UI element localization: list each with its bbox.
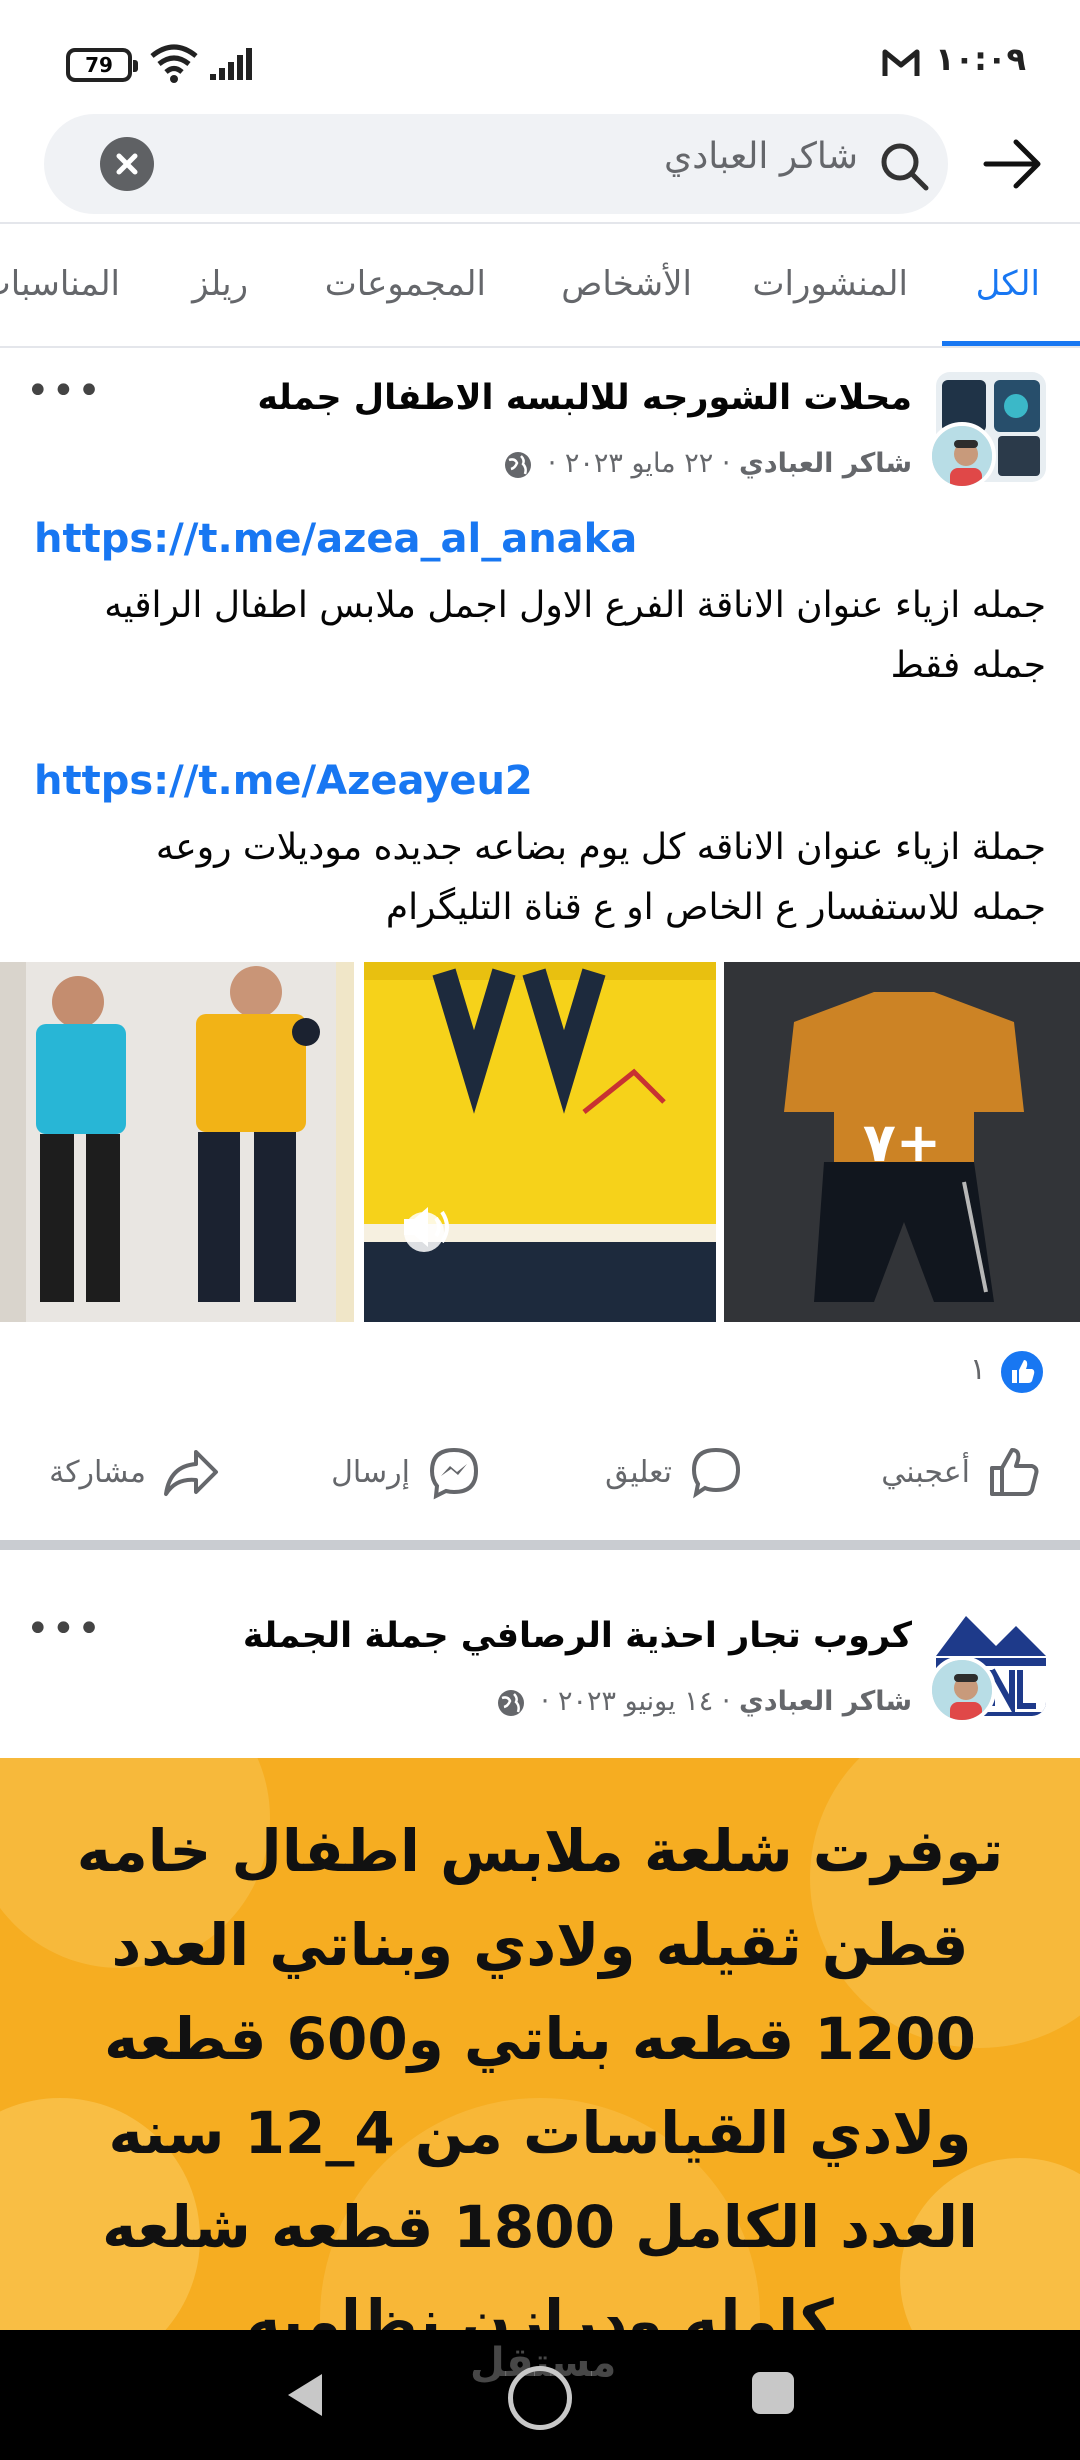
messenger-icon	[429, 1447, 479, 1500]
post-date: · ٢٢ مايو ٢٠٢٣ ·	[547, 448, 731, 479]
nav-back-icon[interactable]	[282, 2370, 326, 2420]
post-separator	[0, 1540, 1080, 1550]
clock: ١٠:٠٩	[935, 40, 1026, 78]
tab-all[interactable]: الكل	[976, 264, 1040, 304]
close-icon	[116, 153, 138, 175]
battery-icon: 79	[66, 48, 138, 82]
comment-icon	[691, 1447, 741, 1499]
send-button[interactable]: إرسال	[331, 1442, 482, 1502]
search-input[interactable]: شاكر العبادي	[44, 114, 948, 214]
globe-icon	[505, 451, 532, 478]
more-options-button[interactable]: •••	[26, 1606, 103, 1652]
nav-home-button[interactable]	[508, 2366, 572, 2430]
post-actions: أعجبني تعليق إرسال مشاركة	[0, 1422, 1080, 1522]
post-photos: +٧	[0, 962, 1080, 1322]
post-avatar-group[interactable]	[928, 372, 1046, 490]
post-card: كروب تجار احذية الرصافي جملة الجملة شاكر…	[0, 1550, 1080, 2338]
tab-reels[interactable]: ريلز	[192, 264, 248, 304]
filter-tabs: الكل المنشورات الأشخاص المجموعات ريلز ال…	[0, 224, 1080, 346]
comment-button[interactable]: تعليق	[605, 1442, 744, 1502]
post-author[interactable]: شاكر العبادي	[739, 1686, 912, 1717]
globe-icon	[498, 1689, 525, 1716]
post-text: جمله ازياء عنوان الاناقة الفرع الاول اجم…	[104, 585, 1046, 686]
nav-recents-button[interactable]	[752, 2372, 794, 2414]
post-image-banner[interactable]: توفرت شلعة ملابس اطفال خامه قطن ثقيله ول…	[0, 1758, 1080, 2338]
post-meta: شاكر العبادي · ١٤ يونيو ٢٠٢٣ ·	[496, 1686, 912, 1718]
post-author[interactable]: شاكر العبادي	[739, 448, 912, 479]
thumbs-up-icon	[990, 1448, 1039, 1496]
post-video-thumbnail[interactable]	[364, 962, 716, 1322]
tab-groups[interactable]: المجموعات	[325, 264, 486, 304]
post-avatar-group[interactable]	[928, 1606, 1046, 1724]
author-avatar[interactable]	[928, 1656, 996, 1724]
post-link[interactable]: https://t.me/azea_al_anaka	[34, 516, 637, 562]
post-photo[interactable]	[0, 962, 354, 1322]
banner-text: توفرت شلعة ملابس اطفال خامه قطن ثقيله ول…	[76, 1817, 1004, 2338]
post-meta: شاكر العبادي · ٢٢ مايو ٢٠٢٣ ·	[503, 448, 912, 480]
share-button[interactable]: مشاركة	[49, 1442, 220, 1502]
search-row: شاكر العبادي	[0, 112, 1080, 222]
post-group-name[interactable]: كروب تجار احذية الرصافي جملة الجملة	[243, 1616, 912, 1656]
like-button[interactable]: أعجبني	[881, 1442, 1042, 1502]
post-text: جملة ازياء عنوان الاناقه كل يوم بضاعه جد…	[155, 827, 1046, 928]
signal-icon	[210, 48, 252, 80]
post-link[interactable]: https://t.me/Azeayeu2	[34, 758, 533, 804]
wifi-icon	[150, 44, 198, 83]
post-photo-more[interactable]: +٧	[724, 962, 1080, 1322]
post-group-name[interactable]: محلات الشورجه للالبسه الاطفال جمله	[257, 378, 912, 418]
back-arrow-icon[interactable]	[982, 136, 1044, 192]
post-card: محلات الشورجه للالبسه الاطفال جمله شاكر …	[0, 348, 1080, 1540]
status-bar: 79 ١٠:٠٩	[0, 0, 1080, 110]
reaction-count: ١	[969, 1352, 986, 1387]
post-date: · ١٤ يونيو ٢٠٢٣ ·	[540, 1686, 731, 1717]
more-photos-count: +٧	[724, 962, 1080, 1322]
tab-people[interactable]: الأشخاص	[561, 264, 692, 304]
more-options-button[interactable]: •••	[26, 368, 103, 414]
gmail-icon	[882, 49, 920, 76]
author-avatar[interactable]	[928, 422, 996, 490]
like-reaction-icon	[998, 1348, 1046, 1396]
search-query: شاكر العبادي	[664, 136, 858, 177]
system-nav-bar: مستقل	[0, 2330, 1080, 2460]
search-icon	[881, 143, 929, 191]
tab-events[interactable]: المناسبات	[0, 264, 120, 304]
volume-icon[interactable]	[400, 1202, 456, 1252]
reaction-summary[interactable]: ١	[846, 1348, 1046, 1400]
tab-posts[interactable]: المنشورات	[753, 264, 909, 304]
share-icon	[164, 1450, 218, 1496]
clear-search-button[interactable]	[100, 137, 154, 191]
